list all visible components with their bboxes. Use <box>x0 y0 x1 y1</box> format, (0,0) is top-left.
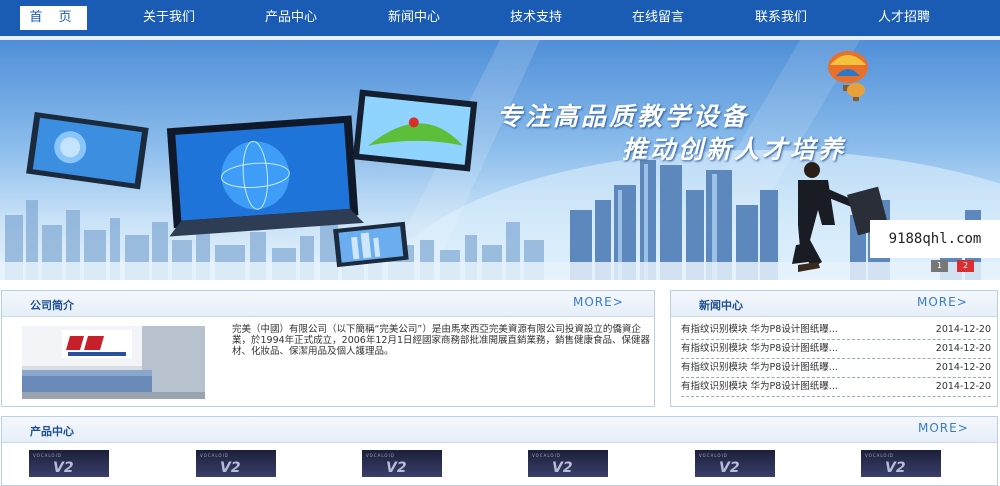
news-item-title[interactable]: 有指纹识别模块 华为P8设计图纸曝... <box>681 359 838 377</box>
news-more-link[interactable]: MORE> <box>917 295 968 309</box>
news-panel: 新闻中心 MORE> 有指纹识别模块 华为P8设计图纸曝... 2014-12-… <box>670 290 998 407</box>
nav-message[interactable]: 在线留言 <box>620 0 696 36</box>
product-brand: VOCALOID <box>865 453 894 458</box>
news-item[interactable]: 有指纹识别模块 华为P8设计图纸曝... 2014-12-20 <box>681 321 991 340</box>
product-logo: V2 <box>719 460 740 476</box>
news-item[interactable]: 有指纹识别模块 华为P8设计图纸曝... 2014-12-20 <box>681 359 991 378</box>
product-logo: V2 <box>53 460 74 476</box>
slide-indicator-1[interactable]: 1 <box>931 260 948 272</box>
hero-banner: 专注高品质教学设备 推动创新人才培养 <box>0 40 1000 280</box>
product-thumbnail[interactable]: VOCALOID V2 <box>528 450 608 477</box>
news-item-date: 2014-12-20 <box>935 324 991 335</box>
product-thumbnail[interactable]: VOCALOID V2 <box>29 450 109 477</box>
nav-about[interactable]: 关于我们 <box>131 0 207 36</box>
watermark-label: 9188qhl.com <box>870 220 1000 258</box>
news-item[interactable]: 有指纹识别模块 华为P8设计图纸曝... 2014-12-20 <box>681 378 991 397</box>
products-panel-header: 产品中心 MORE> <box>2 417 997 443</box>
about-more-link[interactable]: MORE> <box>573 295 624 309</box>
slide-indicator-2[interactable]: 2 <box>957 260 974 272</box>
banner-slogan-2: 推动创新人才培养 <box>622 135 847 164</box>
nav-products[interactable]: 产品中心 <box>253 0 329 36</box>
company-lobby-image <box>22 326 205 399</box>
product-thumbnail[interactable]: VOCALOID V2 <box>695 450 775 477</box>
product-thumbnail[interactable]: VOCALOID V2 <box>861 450 941 477</box>
product-logo: V2 <box>552 460 573 476</box>
banner-illustration <box>0 40 1000 280</box>
products-more-link[interactable]: MORE> <box>918 421 969 435</box>
news-item-date: 2014-12-20 <box>935 343 991 354</box>
about-panel-header: 公司简介 MORE> <box>2 291 654 317</box>
news-item[interactable]: 有指纹识别模块 华为P8设计图纸曝... 2014-12-20 <box>681 340 991 359</box>
nav-contact[interactable]: 联系我们 <box>743 0 819 36</box>
product-logo: V2 <box>885 460 906 476</box>
news-panel-header: 新闻中心 MORE> <box>671 291 997 317</box>
nav-home[interactable]: 首 页 <box>20 6 87 30</box>
news-item-date: 2014-12-20 <box>935 381 991 392</box>
nav-news[interactable]: 新闻中心 <box>376 0 452 36</box>
news-item-title[interactable]: 有指纹识别模块 华为P8设计图纸曝... <box>681 321 838 339</box>
about-panel: 公司简介 MORE> 完美（中國）有限公司（以下簡稱“完美公司”）是由馬來西亞完… <box>1 290 655 407</box>
products-panel: 产品中心 MORE> <box>1 416 998 486</box>
product-brand: VOCALOID <box>200 453 229 458</box>
nav-support[interactable]: 技术支持 <box>498 0 574 36</box>
news-item-date: 2014-12-20 <box>935 362 991 373</box>
about-panel-title: 公司简介 <box>30 299 74 312</box>
product-brand: VOCALOID <box>532 453 561 458</box>
products-panel-title: 产品中心 <box>30 425 74 438</box>
news-item-title[interactable]: 有指纹识别模块 华为P8设计图纸曝... <box>681 378 838 396</box>
product-thumbnail[interactable]: VOCALOID V2 <box>196 450 276 477</box>
top-nav: 首 页 关于我们 产品中心 新闻中心 技术支持 在线留言 联系我们 人才招聘 <box>0 0 1000 36</box>
banner-slogan-1: 专注高品质教学设备 <box>497 102 750 131</box>
product-logo: V2 <box>386 460 407 476</box>
about-description: 完美（中國）有限公司（以下簡稱“完美公司”）是由馬來西亞完美資源有限公司投資設立… <box>232 324 650 357</box>
product-brand: VOCALOID <box>33 453 62 458</box>
news-item-title[interactable]: 有指纹识别模块 华为P8设计图纸曝... <box>681 340 838 358</box>
product-brand: VOCALOID <box>366 453 395 458</box>
product-brand: VOCALOID <box>699 453 728 458</box>
product-logo: V2 <box>220 460 241 476</box>
product-thumbnail[interactable]: VOCALOID V2 <box>362 450 442 477</box>
news-panel-title: 新闻中心 <box>699 299 743 312</box>
nav-jobs[interactable]: 人才招聘 <box>866 0 942 36</box>
